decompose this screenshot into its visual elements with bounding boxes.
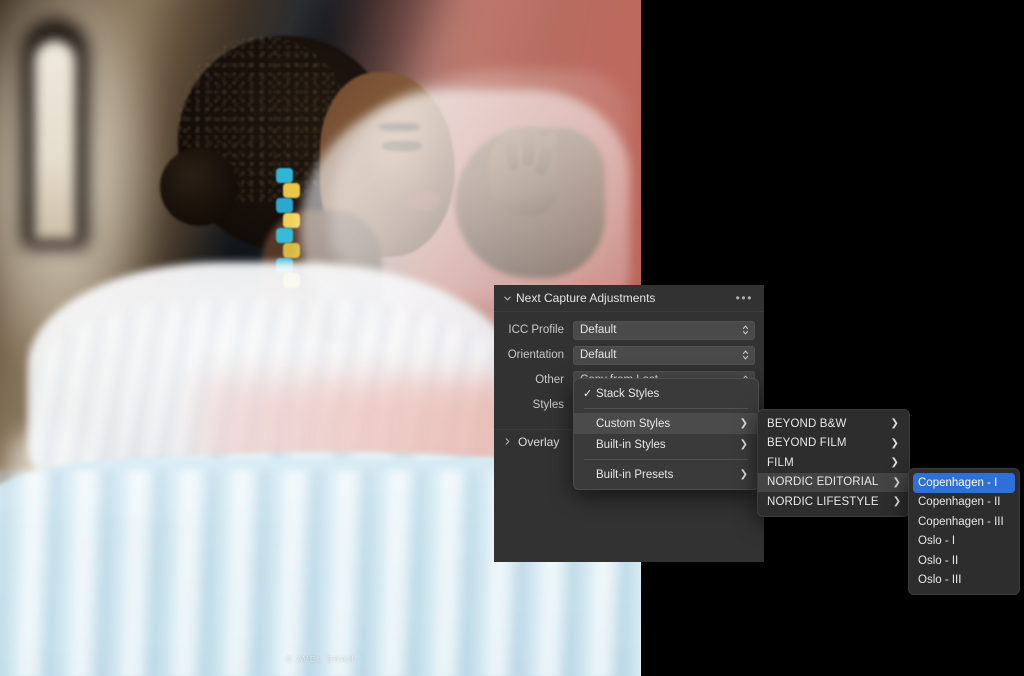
menu-item-label: NORDIC EDITORIAL bbox=[767, 476, 879, 489]
custom-styles-submenu: BEYOND B&W ❯ BEYOND FILM ❯ FILM ❯ NORDIC… bbox=[757, 409, 910, 517]
icc-profile-dropdown[interactable]: Default bbox=[573, 320, 755, 340]
earring-bead bbox=[276, 168, 293, 183]
chevron-right-icon[interactable] bbox=[500, 435, 514, 449]
styles-context-menu: ✓ Stack Styles Custom Styles ❯ Built-in … bbox=[573, 378, 759, 490]
orientation-dropdown[interactable]: Default bbox=[573, 345, 755, 365]
subject-hair-bun bbox=[160, 148, 238, 226]
menu-item-film[interactable]: FILM ❯ bbox=[758, 453, 909, 473]
app-canvas: © AVEL SHAH Next Capture Adjustments •••… bbox=[0, 0, 1024, 676]
menu-item-oslo-iii[interactable]: Oslo - III bbox=[909, 571, 1019, 591]
earring-bead bbox=[283, 213, 300, 228]
menu-item-label: FILM bbox=[767, 456, 794, 469]
menu-item-label: Stack Styles bbox=[596, 387, 660, 400]
menu-item-label: Copenhagen - II bbox=[918, 496, 1001, 509]
menu-item-beyond-bw[interactable]: BEYOND B&W ❯ bbox=[758, 414, 909, 434]
chevron-down-icon[interactable] bbox=[500, 291, 514, 305]
icc-profile-value: Default bbox=[580, 324, 617, 336]
menu-item-nordic-lifestyle[interactable]: NORDIC LIFESTYLE ❯ bbox=[758, 492, 909, 512]
chevron-right-icon: ❯ bbox=[739, 439, 748, 450]
menu-item-label: Oslo - I bbox=[918, 535, 956, 548]
menu-item-built-in-styles[interactable]: Built-in Styles ❯ bbox=[574, 434, 758, 455]
chevron-right-icon: ❯ bbox=[890, 457, 899, 469]
menu-item-copenhagen-i[interactable]: Copenhagen - I bbox=[913, 473, 1015, 493]
menu-item-label: Custom Styles bbox=[596, 417, 671, 430]
menu-item-label: Oslo - II bbox=[918, 554, 959, 567]
menu-item-label: NORDIC LIFESTYLE bbox=[767, 495, 879, 508]
chevron-right-icon: ❯ bbox=[890, 418, 899, 430]
menu-item-copenhagen-iii[interactable]: Copenhagen - III bbox=[909, 512, 1019, 532]
panel-more-button[interactable]: ••• bbox=[734, 291, 755, 305]
chevron-right-icon: ❯ bbox=[892, 496, 902, 508]
background-window-pane bbox=[34, 40, 76, 240]
menu-separator bbox=[584, 459, 748, 460]
menu-item-label: Built-in Styles bbox=[596, 438, 666, 451]
label-icc-profile: ICC Profile bbox=[508, 324, 564, 336]
menu-item-nordic-editorial[interactable]: NORDIC EDITORIAL ❯ bbox=[758, 472, 909, 492]
label-orientation: Orientation bbox=[507, 349, 564, 361]
stepper-icon[interactable] bbox=[740, 348, 751, 363]
panel-title: Next Capture Adjustments bbox=[516, 291, 656, 305]
menu-item-label: Copenhagen - III bbox=[918, 515, 1004, 528]
photo-watermark: © AVEL SHAH bbox=[285, 655, 356, 664]
earring-bead bbox=[276, 228, 293, 243]
row-icc-profile: ICC Profile Default bbox=[494, 319, 764, 341]
menu-item-built-in-presets[interactable]: Built-in Presets ❯ bbox=[574, 464, 758, 485]
label-other: Other bbox=[535, 374, 564, 386]
checkmark-icon: ✓ bbox=[583, 388, 593, 400]
menu-item-stack-styles[interactable]: ✓ Stack Styles bbox=[574, 383, 758, 404]
menu-item-copenhagen-ii[interactable]: Copenhagen - II bbox=[909, 493, 1019, 513]
chevron-right-icon: ❯ bbox=[739, 418, 748, 429]
nordic-editorial-submenu: Copenhagen - I Copenhagen - II Copenhage… bbox=[908, 468, 1020, 595]
menu-separator bbox=[584, 408, 748, 409]
orientation-value: Default bbox=[580, 349, 617, 361]
menu-item-label: BEYOND B&W bbox=[767, 417, 847, 430]
row-orientation: Orientation Default bbox=[494, 344, 764, 366]
label-styles: Styles bbox=[532, 399, 564, 411]
menu-item-label: Copenhagen - I bbox=[918, 476, 998, 489]
panel-header[interactable]: Next Capture Adjustments ••• bbox=[494, 285, 764, 312]
menu-item-label: Oslo - III bbox=[918, 574, 962, 587]
earring-bead bbox=[283, 183, 300, 198]
menu-item-label: BEYOND FILM bbox=[767, 437, 847, 450]
chevron-right-icon: ❯ bbox=[890, 437, 899, 449]
menu-item-oslo-ii[interactable]: Oslo - II bbox=[909, 551, 1019, 571]
earring-bead bbox=[283, 243, 300, 258]
menu-item-label: Built-in Presets bbox=[596, 468, 674, 481]
stepper-icon[interactable] bbox=[740, 323, 751, 338]
menu-item-custom-styles[interactable]: Custom Styles ❯ bbox=[574, 413, 758, 434]
menu-item-oslo-i[interactable]: Oslo - I bbox=[909, 532, 1019, 552]
overlay-label: Overlay bbox=[518, 434, 560, 449]
menu-item-beyond-film[interactable]: BEYOND FILM ❯ bbox=[758, 434, 909, 454]
chevron-right-icon: ❯ bbox=[892, 476, 901, 488]
chevron-right-icon: ❯ bbox=[739, 469, 748, 480]
earring-bead bbox=[276, 198, 293, 213]
